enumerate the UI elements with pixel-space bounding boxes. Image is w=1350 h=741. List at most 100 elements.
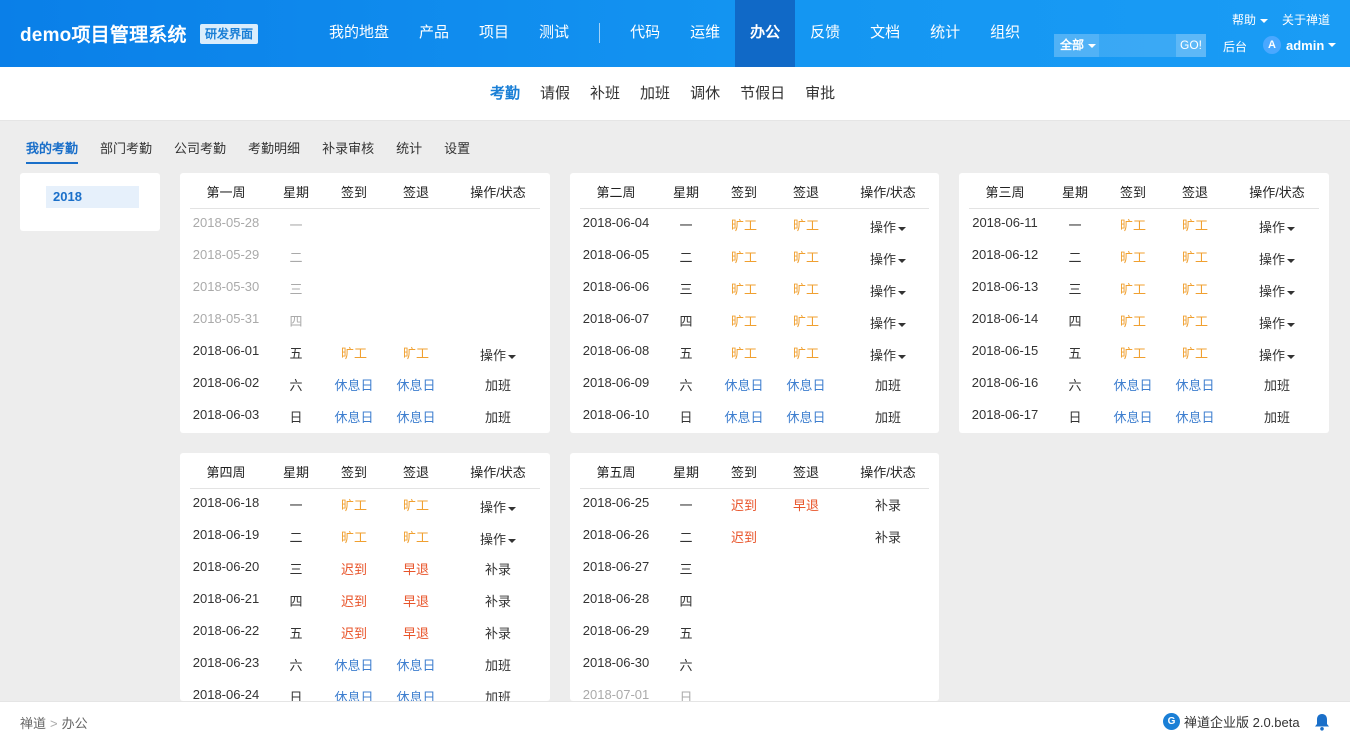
chevron-down-icon bbox=[1259, 18, 1268, 23]
help-menu[interactable]: 帮助 bbox=[1232, 11, 1268, 28]
search-scope-dropdown[interactable]: 全部 bbox=[1054, 34, 1099, 57]
nav-item-right-1[interactable]: 运维 bbox=[675, 0, 735, 67]
row-signin-status: 休息日 bbox=[724, 410, 764, 425]
row-weekday: 二 bbox=[679, 530, 693, 545]
row-signout-status: 旷工 bbox=[792, 282, 819, 297]
tab-5[interactable]: 统计 bbox=[396, 138, 422, 164]
nav-item-left-2[interactable]: 项目 bbox=[464, 0, 524, 67]
nav-item-left-3[interactable]: 测试 bbox=[524, 0, 584, 67]
nav-item-right-5[interactable]: 统计 bbox=[915, 0, 975, 67]
row-action-label: 操作 bbox=[479, 500, 506, 515]
nav-item-right-0[interactable]: 代码 bbox=[615, 0, 675, 67]
row-date: 2018-06-08 bbox=[582, 343, 650, 358]
subnav-item-5[interactable]: 节假日 bbox=[730, 67, 795, 121]
nav-item-left-1[interactable]: 产品 bbox=[404, 0, 464, 67]
col-header-action: 操作/状态 bbox=[1249, 185, 1305, 200]
nav-item-right-6[interactable]: 组织 bbox=[975, 0, 1035, 67]
row-weekday: 二 bbox=[289, 530, 303, 545]
row-signin-status: 休息日 bbox=[1113, 378, 1153, 393]
tab-2[interactable]: 公司考勤 bbox=[174, 138, 226, 164]
row-action-button[interactable]: 补录 bbox=[458, 591, 538, 610]
tab-4[interactable]: 补录审核 bbox=[322, 138, 374, 164]
bell-icon[interactable] bbox=[1314, 713, 1330, 734]
row-action-button[interactable]: 加班 bbox=[458, 407, 538, 426]
col-header-signin: 签到 bbox=[730, 185, 757, 200]
tab-0[interactable]: 我的考勤 bbox=[26, 138, 79, 164]
row-date: 2018-06-02 bbox=[192, 375, 260, 390]
row-signin-status: 休息日 bbox=[334, 410, 374, 425]
row-action-dropdown[interactable]: 操作 bbox=[1237, 345, 1317, 364]
row-action-dropdown[interactable]: 操作 bbox=[458, 497, 538, 516]
row-action-label: 操作 bbox=[869, 252, 896, 267]
subnav-item-6[interactable]: 审批 bbox=[795, 67, 845, 121]
row-action-button[interactable]: 补录 bbox=[458, 559, 538, 578]
row-action-button[interactable]: 补录 bbox=[848, 495, 928, 514]
subnav-item-3[interactable]: 加班 bbox=[630, 67, 680, 121]
row-action-button[interactable]: 补录 bbox=[458, 623, 538, 642]
about-link[interactable]: 关于禅道 bbox=[1282, 11, 1330, 28]
col-header-signout: 签退 bbox=[402, 465, 429, 480]
row-weekday: 日 bbox=[679, 690, 693, 701]
row-action-dropdown[interactable]: 操作 bbox=[848, 313, 928, 332]
row-action-button[interactable]: 加班 bbox=[458, 687, 538, 701]
version-info[interactable]: G 禅道企业版 2.0.beta bbox=[1163, 712, 1300, 731]
row-action-button[interactable]: 加班 bbox=[1237, 375, 1317, 394]
col-header-action: 操作/状态 bbox=[470, 465, 526, 480]
tab-6[interactable]: 设置 bbox=[444, 138, 470, 164]
chevron-down-icon bbox=[898, 226, 906, 231]
subnav-item-1[interactable]: 请假 bbox=[530, 67, 580, 121]
row-action-label: 补录 bbox=[484, 594, 511, 609]
year-item[interactable]: 2018 bbox=[46, 186, 139, 208]
row-action-dropdown[interactable]: 操作 bbox=[848, 281, 928, 300]
row-action-dropdown[interactable]: 操作 bbox=[1237, 313, 1317, 332]
nav-divider bbox=[599, 23, 601, 43]
nav-item-left-0[interactable]: 我的地盘 bbox=[314, 0, 404, 67]
row-weekday: 日 bbox=[1068, 410, 1082, 425]
subnav-item-2[interactable]: 补班 bbox=[580, 67, 630, 121]
subnav-item-0[interactable]: 考勤 bbox=[480, 67, 530, 121]
row-signout-status: 旷工 bbox=[792, 250, 819, 265]
row-signin-status: 休息日 bbox=[334, 690, 374, 701]
row-action-dropdown[interactable]: 操作 bbox=[1237, 281, 1317, 300]
row-action-button[interactable]: 加班 bbox=[458, 655, 538, 674]
app-brand[interactable]: demo项目管理系统 bbox=[20, 20, 187, 47]
row-action-dropdown[interactable]: 操作 bbox=[848, 249, 928, 268]
brand-tag-badge[interactable]: 研发界面 bbox=[200, 24, 259, 44]
col-header-day: 星期 bbox=[282, 465, 309, 480]
row-signout-status: 早退 bbox=[402, 594, 429, 609]
backend-link[interactable]: 后台 bbox=[1223, 38, 1247, 55]
row-signout-status: 休息日 bbox=[396, 410, 436, 425]
nav-item-right-4[interactable]: 文档 bbox=[855, 0, 915, 67]
row-action-button[interactable]: 加班 bbox=[458, 375, 538, 394]
row-action-button[interactable]: 补录 bbox=[848, 527, 928, 546]
row-action-dropdown[interactable]: 操作 bbox=[1237, 217, 1317, 236]
search-go-button[interactable]: GO! bbox=[1176, 34, 1206, 57]
row-date: 2018-06-06 bbox=[582, 279, 650, 294]
row-action-button[interactable]: 加班 bbox=[848, 407, 928, 426]
search-input[interactable] bbox=[1099, 34, 1176, 57]
row-action-dropdown[interactable]: 操作 bbox=[848, 345, 928, 364]
row-weekday: 一 bbox=[289, 498, 303, 513]
nav-item-right-2[interactable]: 办公 bbox=[735, 0, 796, 67]
tab-3[interactable]: 考勤明细 bbox=[248, 138, 300, 164]
row-weekday: 五 bbox=[1068, 346, 1082, 361]
row-action-button[interactable]: 加班 bbox=[848, 375, 928, 394]
row-signout-status: 旷工 bbox=[402, 530, 429, 545]
tab-1[interactable]: 部门考勤 bbox=[100, 138, 152, 164]
row-action-dropdown[interactable]: 操作 bbox=[1237, 249, 1317, 268]
row-date: 2018-06-28 bbox=[582, 591, 650, 606]
col-header-signout: 签退 bbox=[1181, 185, 1208, 200]
breadcrumb-root[interactable]: 禅道 bbox=[20, 716, 46, 731]
user-menu[interactable]: A admin bbox=[1263, 36, 1337, 54]
help-label: 帮助 bbox=[1231, 13, 1256, 27]
row-action-button[interactable]: 加班 bbox=[1237, 407, 1317, 426]
breadcrumb-current[interactable]: 办公 bbox=[62, 716, 88, 731]
row-action-dropdown[interactable]: 操作 bbox=[458, 345, 538, 364]
row-action-dropdown[interactable]: 操作 bbox=[458, 529, 538, 548]
row-action-label: 操作 bbox=[869, 316, 896, 331]
subnav-item-4[interactable]: 调休 bbox=[680, 67, 730, 121]
row-action-dropdown[interactable]: 操作 bbox=[848, 217, 928, 236]
row-date: 2018-06-03 bbox=[192, 407, 260, 422]
nav-item-right-3[interactable]: 反馈 bbox=[795, 0, 855, 67]
row-signin-status: 旷工 bbox=[1119, 346, 1146, 361]
